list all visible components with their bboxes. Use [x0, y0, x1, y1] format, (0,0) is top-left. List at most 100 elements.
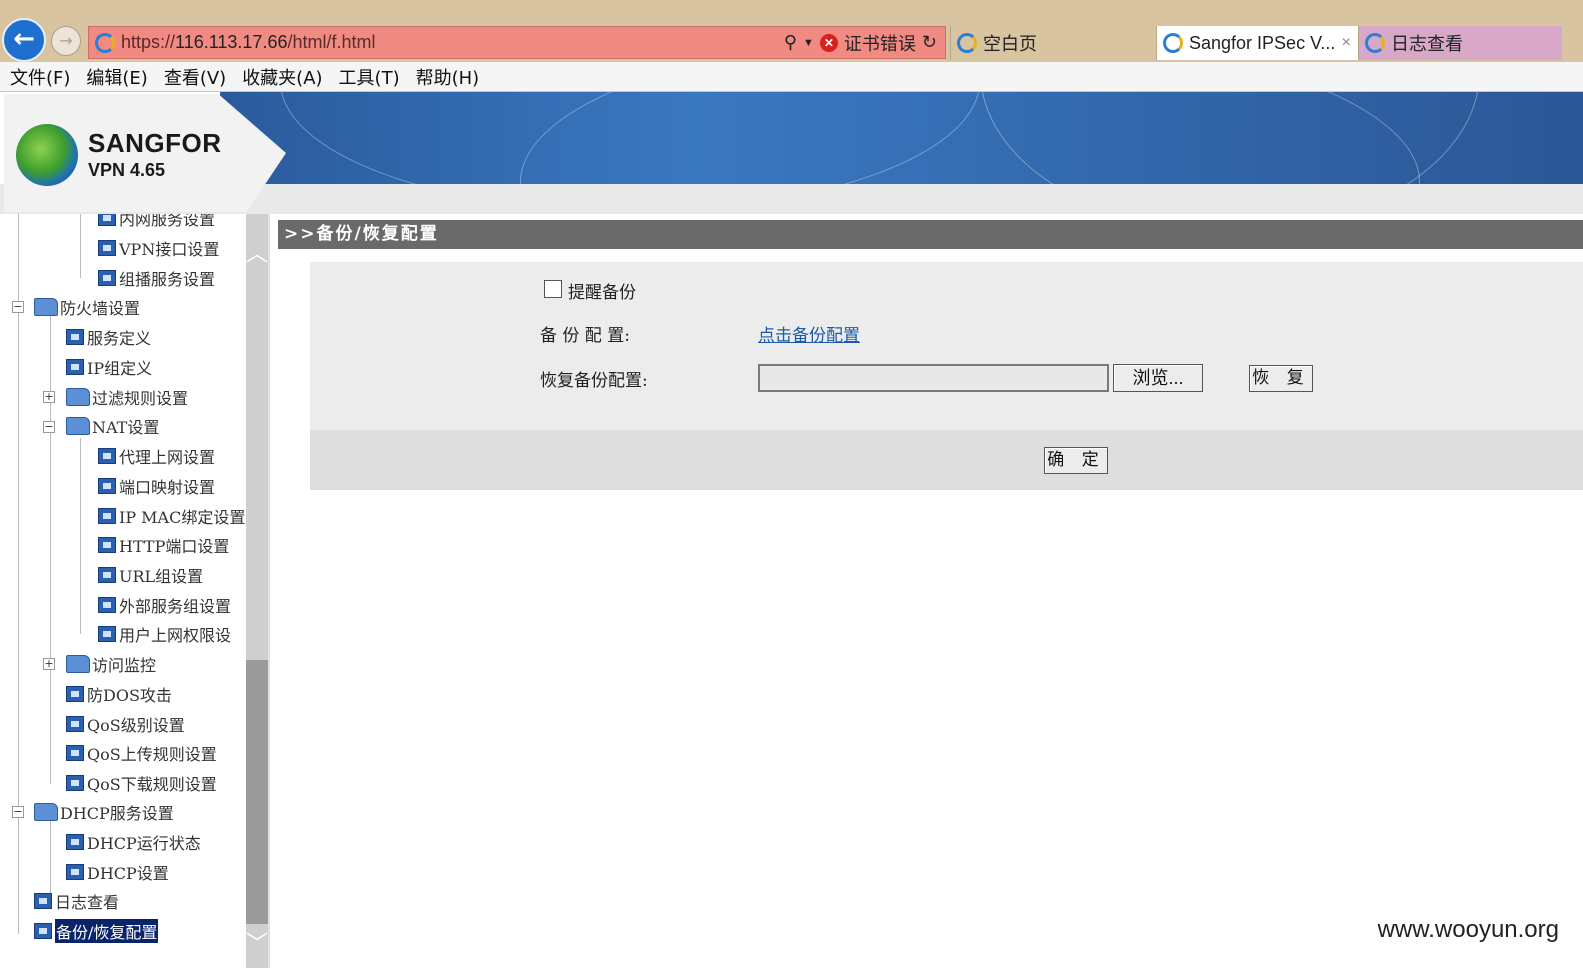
confirm-button[interactable]: 确 定	[1044, 447, 1108, 474]
tree-item[interactable]: QoS级别设置	[66, 712, 185, 736]
tree-item[interactable]: 外部服务组设置	[98, 593, 231, 617]
tab-label: 日志查看	[1391, 34, 1463, 54]
tree-item[interactable]: DHCP设置	[66, 860, 169, 884]
page-icon	[66, 834, 84, 850]
tab-label: 空白页	[983, 34, 1037, 54]
menu-edit[interactable]: 编辑(E)	[86, 64, 147, 90]
tree-item[interactable]: 组播服务设置	[98, 266, 215, 290]
address-url: https://116.113.17.66/html/f.html	[121, 32, 376, 52]
backup-config-label: 备 份 配 置:	[540, 326, 630, 346]
page-icon	[98, 508, 116, 524]
tree-item-backup-restore[interactable]: 备份/恢复配置	[34, 919, 159, 943]
page-icon	[66, 329, 84, 345]
page-icon	[66, 775, 84, 791]
page-icon	[98, 537, 116, 553]
tree-folder[interactable]: NAT设置	[66, 414, 159, 438]
brand-name: SANGFOR	[88, 128, 222, 158]
search-icon[interactable]: ⚲	[784, 32, 797, 53]
cert-error-label[interactable]: 证书错误	[844, 30, 916, 56]
app-banner: SANGFOR VPN 4.65	[0, 92, 1583, 214]
folder-open-icon	[34, 803, 58, 821]
tree-item[interactable]: QoS上传规则设置	[66, 741, 217, 765]
folder-icon	[66, 388, 90, 406]
menu-view[interactable]: 查看(V)	[164, 64, 226, 90]
tree-item[interactable]: QoS下载规则设置	[66, 771, 217, 795]
tree-folder[interactable]: 防火墙设置	[34, 295, 140, 319]
cert-error-icon[interactable]: ✕	[819, 33, 838, 52]
back-button[interactable]: ←	[2, 18, 46, 62]
address-bar[interactable]: https://116.113.17.66/html/f.html ⚲ ▼ ✕ …	[88, 26, 946, 59]
page-icon	[98, 240, 116, 256]
tab-log[interactable]: 日志查看	[1358, 26, 1562, 60]
restore-file-input[interactable]	[758, 364, 1109, 392]
expand-toggle[interactable]: +	[43, 658, 55, 670]
ie-tab-icon	[1163, 33, 1183, 53]
tree-item[interactable]: HTTP端口设置	[98, 533, 229, 557]
restore-button[interactable]: 恢 复	[1249, 365, 1313, 392]
tree-folder[interactable]: DHCP服务设置	[34, 800, 174, 824]
ie-tab-icon	[957, 33, 977, 53]
tree-item[interactable]: DHCP运行状态	[66, 830, 201, 854]
tree-item[interactable]: 用户上网权限设	[98, 622, 231, 646]
folder-icon	[66, 655, 90, 673]
tree-item[interactable]: 内网服务设置	[98, 214, 215, 230]
chevron-up-icon[interactable]: ︿	[246, 236, 268, 267]
restore-config-label: 恢复备份配置:	[540, 371, 648, 391]
tree-item[interactable]: IP MAC绑定设置	[98, 504, 245, 528]
backup-config-link[interactable]: 点击备份配置	[758, 321, 860, 346]
refresh-icon[interactable]: ↻	[922, 32, 937, 53]
tab-sangfor[interactable]: Sangfor IPSec V... ×	[1156, 26, 1358, 60]
chevron-down-icon[interactable]: ▼	[803, 37, 814, 49]
menu-bar: 文件(F) 编辑(E) 查看(V) 收藏夹(A) 工具(T) 帮助(H)	[0, 62, 1583, 92]
collapse-toggle[interactable]: −	[12, 806, 24, 818]
expand-toggle[interactable]: +	[43, 391, 55, 403]
page-icon	[66, 686, 84, 702]
tree-view: 内网服务设置 VPN接口设置 组播服务设置 − 防火墙设置 服务定义 IP组定义…	[0, 214, 246, 968]
remind-backup-checkbox[interactable]	[544, 280, 562, 298]
banner-background	[220, 92, 1583, 184]
forward-button[interactable]: →	[51, 26, 81, 56]
tree-item[interactable]: 防DOS攻击	[66, 682, 172, 706]
ie-page-icon	[95, 32, 115, 53]
tree-item[interactable]: 端口映射设置	[98, 474, 215, 498]
folder-open-icon	[66, 417, 90, 435]
sidebar-scroll-thumb[interactable]	[246, 660, 268, 924]
remind-backup-label: 提醒备份	[568, 283, 636, 303]
page-icon	[34, 923, 52, 939]
page-icon	[98, 567, 116, 583]
collapse-toggle[interactable]: −	[12, 301, 24, 313]
tab-label: Sangfor IPSec V...	[1189, 32, 1336, 53]
tree-item[interactable]: URL组设置	[98, 563, 203, 587]
page-icon	[98, 597, 116, 613]
chevron-down-icon[interactable]: ﹀	[246, 926, 268, 957]
tree-item[interactable]: 代理上网设置	[98, 444, 215, 468]
menu-favorites[interactable]: 收藏夹(A)	[242, 64, 322, 90]
browser-chrome: ← → https://116.113.17.66/html/f.html ⚲ …	[0, 0, 1583, 62]
tree-item[interactable]: VPN接口设置	[98, 236, 219, 260]
page-icon	[98, 270, 116, 286]
backup-form	[310, 262, 1583, 430]
page-icon	[34, 893, 52, 909]
page-icon	[66, 359, 84, 375]
page-icon	[98, 478, 116, 494]
tree-item-log[interactable]: 日志查看	[34, 889, 119, 913]
tree-item[interactable]: 服务定义	[66, 325, 151, 349]
form-footer	[310, 430, 1583, 490]
watermark: www.wooyun.org	[1377, 916, 1559, 943]
folder-open-icon	[34, 298, 58, 316]
sidebar-tree: 内网服务设置 VPN接口设置 组播服务设置 − 防火墙设置 服务定义 IP组定义…	[0, 214, 270, 968]
ie-tab-icon	[1365, 33, 1385, 53]
menu-help[interactable]: 帮助(H)	[416, 64, 480, 90]
close-tab-icon[interactable]: ×	[1341, 34, 1350, 52]
menu-tools[interactable]: 工具(T)	[339, 64, 400, 90]
page-icon	[66, 864, 84, 880]
menu-file[interactable]: 文件(F)	[10, 64, 70, 90]
browse-button[interactable]: 浏览...	[1113, 364, 1203, 392]
page-icon	[98, 448, 116, 464]
tab-blank[interactable]: 空白页	[950, 26, 1156, 60]
tree-folder[interactable]: 访问监控	[66, 652, 156, 676]
collapse-toggle[interactable]: −	[43, 421, 55, 433]
page-icon	[66, 716, 84, 732]
tree-item[interactable]: IP组定义	[66, 355, 152, 379]
tree-folder[interactable]: 过滤规则设置	[66, 385, 188, 409]
